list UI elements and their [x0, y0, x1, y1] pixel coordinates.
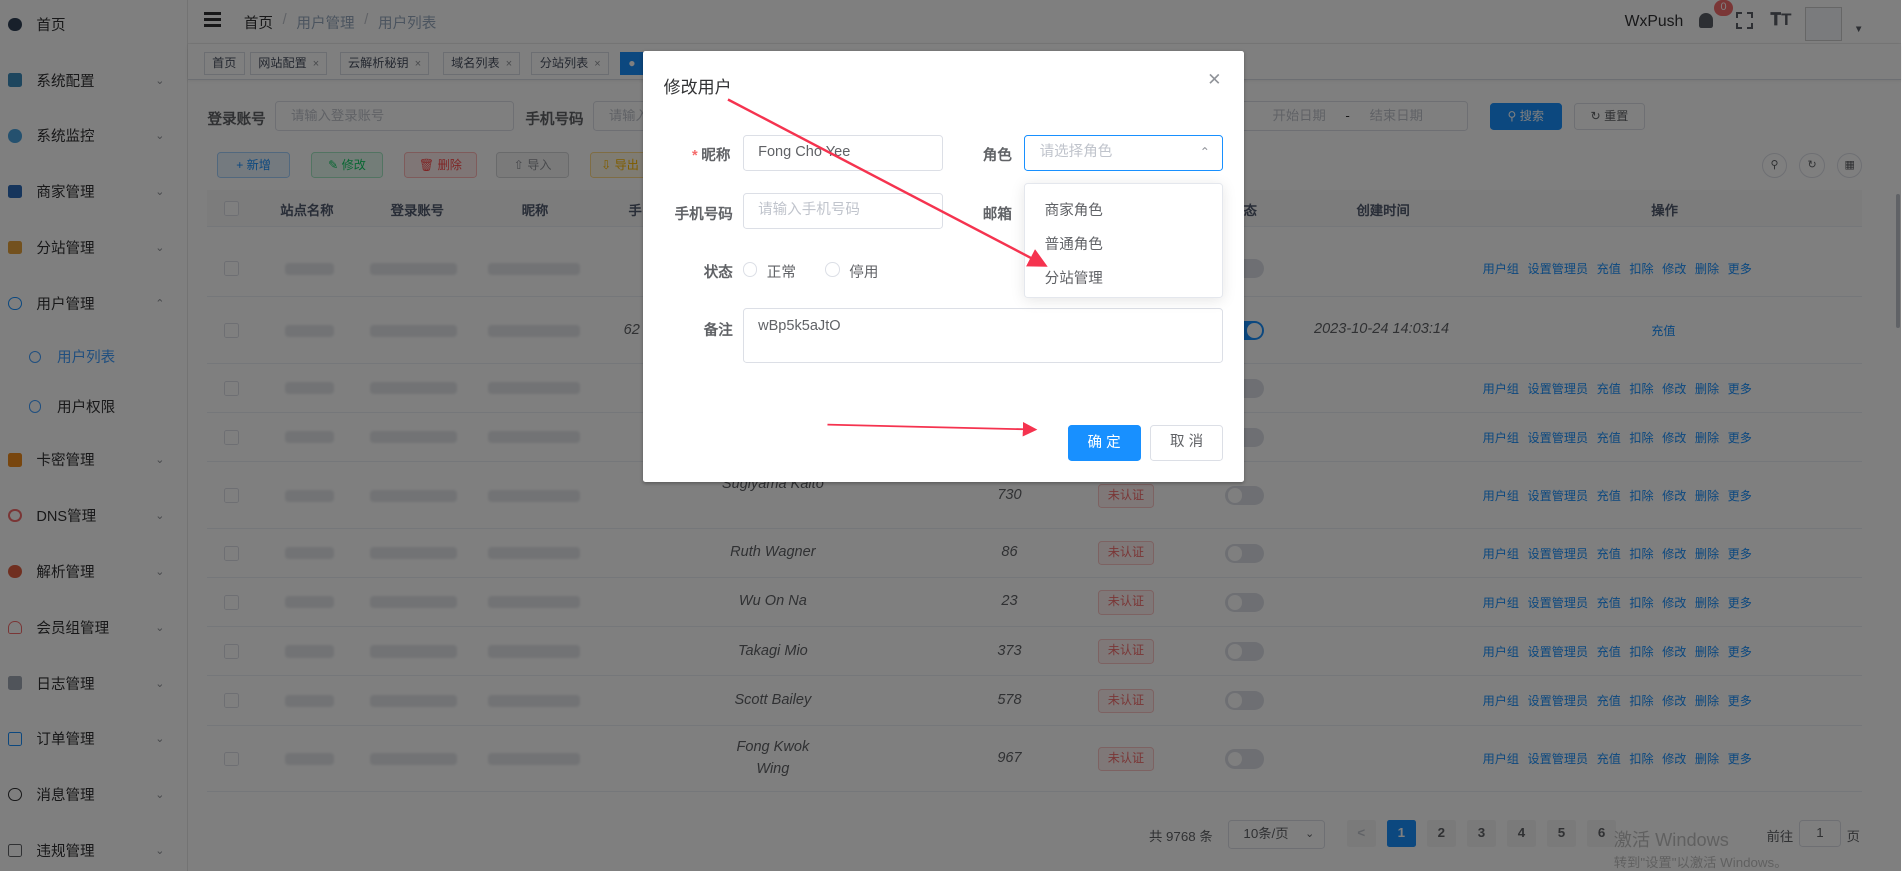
status-label: 状态: [703, 264, 733, 281]
role-option-substation[interactable]: 分站管理: [1045, 267, 1103, 288]
remark-label: 备注: [703, 323, 733, 340]
phone-field[interactable]: 请输入手机号码: [742, 192, 943, 230]
email-label: 邮箱: [982, 206, 1012, 223]
remark-textarea[interactable]: wBp5k5aJtO: [742, 308, 1223, 363]
close-icon[interactable]: ✕: [1207, 70, 1221, 90]
phone-field-label: 手机号码: [674, 206, 733, 223]
confirm-button[interactable]: 确 定: [1067, 424, 1141, 462]
role-label: 角色: [982, 148, 1012, 165]
dialog-title: 修改用户: [663, 77, 732, 97]
status-disabled-radio[interactable]: [825, 262, 840, 277]
status-normal-radio[interactable]: [742, 262, 758, 277]
cancel-button[interactable]: 取 消: [1150, 424, 1223, 462]
role-option-merchant[interactable]: 商家角色: [1045, 199, 1103, 220]
status-normal-label[interactable]: 正常: [767, 261, 796, 282]
chevron-up-icon: ⌃: [1199, 144, 1210, 159]
role-option-normal[interactable]: 普通角色: [1045, 233, 1103, 254]
nickname-label: * 昵称: [692, 148, 731, 165]
role-select[interactable]: 请选择角色 ⌃: [1024, 134, 1223, 172]
nickname-input[interactable]: Fong Cho Yee: [742, 134, 943, 172]
status-disabled-label[interactable]: 停用: [849, 261, 878, 282]
